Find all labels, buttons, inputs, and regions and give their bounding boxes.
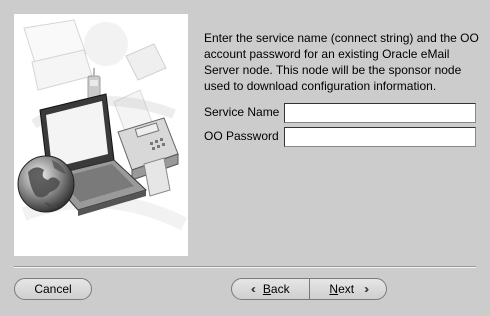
- password-label: OO Password: [204, 129, 279, 143]
- back-button-label: Back: [263, 282, 290, 296]
- back-mnemonic: B: [262, 282, 271, 296]
- next-button[interactable]: Next ››: [310, 279, 387, 299]
- password-input[interactable]: [284, 127, 476, 147]
- next-button-label: Next: [329, 282, 354, 296]
- cancel-button-label: Cancel: [34, 282, 72, 296]
- chevron-left-icon: ‹‹: [250, 282, 256, 296]
- instructions-text: Enter the service name (connect string) …: [204, 31, 479, 93]
- back-label-rest: ack: [270, 282, 290, 296]
- button-bar-divider: [14, 266, 476, 268]
- wizard-illustration: [14, 14, 188, 256]
- service-name-label: Service Name: [204, 105, 280, 119]
- next-label-rest: ext: [338, 282, 355, 296]
- chevron-right-icon: ››: [364, 282, 369, 296]
- cancel-button[interactable]: Cancel: [14, 278, 92, 300]
- service-name-input[interactable]: [284, 103, 476, 123]
- keyboard-icon: [23, 19, 93, 91]
- next-mnemonic: N: [329, 282, 339, 296]
- globe-icon: [17, 155, 75, 213]
- back-button[interactable]: ‹‹ Back: [232, 279, 310, 299]
- navigation-button-group: ‹‹ Back Next ››: [231, 278, 387, 300]
